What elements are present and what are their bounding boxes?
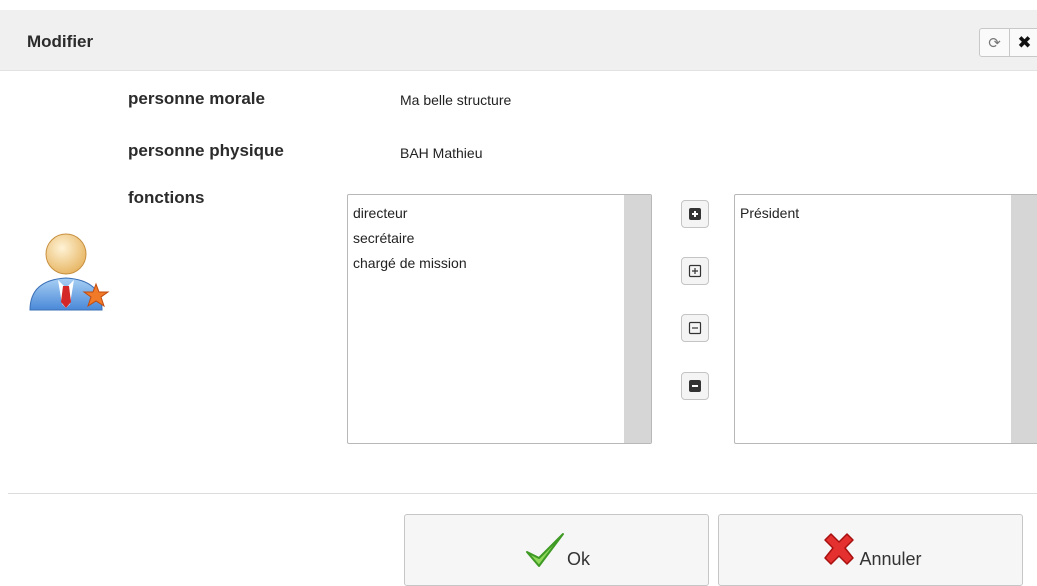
fonctions-label: fonctions [128, 188, 205, 207]
available-list-scrollbar[interactable] [624, 195, 651, 443]
cancel-button[interactable]: Annuler [718, 514, 1023, 586]
list-item[interactable]: secrétaire [353, 226, 651, 251]
list-item[interactable]: Président [740, 201, 1037, 226]
list-item[interactable]: chargé de mission [353, 251, 651, 276]
list-item[interactable]: directeur [353, 201, 651, 226]
ok-button[interactable]: Ok [404, 514, 709, 586]
close-icon[interactable]: ✖ [1009, 29, 1037, 56]
cancel-button-label: Annuler [859, 548, 922, 569]
dialog-title: Modifier [27, 32, 94, 51]
remove-one-button[interactable] [681, 372, 709, 400]
personne-morale-value: Ma belle structure [400, 92, 512, 108]
titlebar-buttons: ⟳ ✖ [979, 28, 1037, 57]
personne-morale-label: personne morale [128, 89, 265, 108]
add-all-icon [688, 264, 702, 278]
available-functions-list[interactable]: directeur secrétaire chargé de mission [347, 194, 652, 444]
add-all-button[interactable] [681, 257, 709, 285]
remove-all-icon [688, 321, 702, 335]
ok-button-label: Ok [566, 548, 590, 569]
selected-list-scrollbar[interactable] [1011, 195, 1037, 443]
cancel-x-icon [824, 533, 855, 565]
personne-physique-label: personne physique [128, 141, 284, 160]
checkmark-icon [525, 533, 564, 567]
user-avatar-icon [29, 233, 110, 311]
refresh-icon[interactable]: ⟳ [980, 29, 1009, 56]
add-one-icon [689, 208, 701, 220]
personne-physique-value: BAH Mathieu [400, 145, 483, 161]
dialog-titlebar: Modifier ⟳ ✖ [0, 10, 1037, 71]
footer-divider [8, 493, 1037, 494]
selected-functions-list[interactable]: Président [734, 194, 1037, 444]
remove-one-icon [689, 380, 701, 392]
remove-all-button[interactable] [681, 314, 709, 342]
add-one-button[interactable] [681, 200, 709, 228]
